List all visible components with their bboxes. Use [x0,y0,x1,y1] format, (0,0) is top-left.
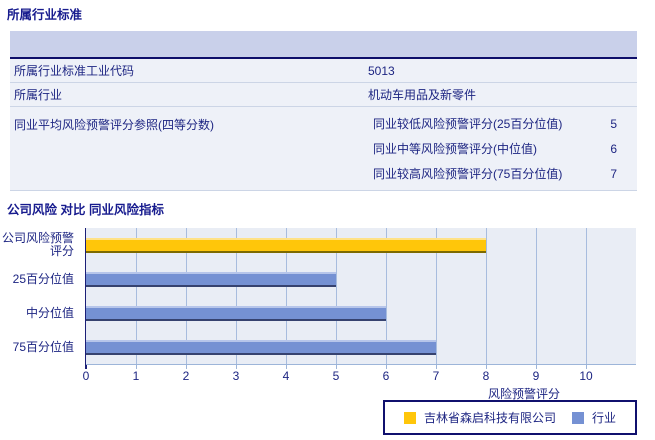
peer-item-label: 同业较低风险预警评分(25百分位值) [373,117,563,131]
peer-group-items: 同业较低风险预警评分(25百分位值) 5 同业中等风险预警评分(中位值) 6 同… [368,111,637,186]
peer-item-value: 5 [610,116,617,131]
x-tick-label: 10 [579,369,593,383]
x-tick-label: 1 [132,369,140,383]
table-header-band [10,31,637,59]
bar-75百分位值 [86,339,436,355]
bar-公司风险预警评分 [86,237,486,253]
bar-25百分位值 [86,271,336,287]
peer-item-value: 6 [610,141,617,156]
peer-group-label: 同业平均风险预警评分参照(四等分数) [14,118,214,132]
x-axis-line [86,364,636,365]
category-label: 中分位值 [25,305,74,320]
category-label: 75百分位值 [12,339,74,354]
legend-label: 吉林省森启科技有限公司 [423,411,556,425]
industry-swatch-icon [572,411,584,424]
legend-item-company: 吉林省森启科技有限公司 [403,409,556,426]
legend-item-industry: 行业 [572,409,616,426]
x-tick-label: 9 [532,369,540,383]
chart-section-title: 公司风险 对比 同业风险指标 [7,203,164,217]
x-tick-label: 2 [182,369,190,383]
plot-area [85,228,636,369]
gridline [536,228,537,364]
row-value: 5013 [368,63,395,78]
gridline [586,228,587,364]
company-swatch-icon [403,411,416,424]
x-tick-label: 7 [432,369,440,383]
peer-item-label: 同业中等风险预警评分(中位值) [373,142,537,156]
peer-item: 同业较高风险预警评分(75百分位值) 7 [368,161,637,186]
table-row: 所属行业 机动车用品及新零件 [10,83,637,107]
peer-score-group: 同业平均风险预警评分参照(四等分数) 同业较低风险预警评分(25百分位值) 5 … [10,107,637,191]
category-label: 25百分位值 [12,271,74,286]
row-value: 机动车用品及新零件 [368,88,477,102]
industry-standard-title: 所属行业标准 [7,8,83,22]
x-tick-label: 0 [82,369,90,383]
gridline [486,228,487,364]
peer-item-label: 同业较高风险预警评分(75百分位值) [373,167,563,181]
category-label: 公司风险预警评分 [1,231,74,258]
x-tick-label: 4 [282,369,290,383]
category-labels: 公司风险预警评分 25百分位值中分位值 75百分位值 [0,228,80,364]
row-label: 所属行业 [14,88,63,102]
industry-table: 所属行业标准工业代码 5013 所属行业 机动车用品及新零件 同业平均风险预警评… [10,31,637,191]
x-tick-label: 5 [332,369,340,383]
peer-item: 同业中等风险预警评分(中位值) 6 [368,136,637,161]
legend-label: 行业 [592,411,617,425]
peer-item: 同业较低风险预警评分(25百分位值) 5 [368,111,637,136]
x-tick-label: 6 [382,369,390,383]
table-row: 所属行业标准工业代码 5013 [10,59,637,83]
peer-item-value: 7 [610,166,617,181]
risk-comparison-chart: 公司风险预警评分 25百分位值 中分位值 75百分位值 0 1 2 3 4 5 6 7 8 9 10 风险… [0,228,655,440]
bar-中分位值 [86,305,386,321]
x-tick-label: 8 [482,369,490,383]
row-label: 所属行业标准工业代码 [14,64,135,78]
chart-legend: 吉林省森启科技有限公司 行业 [383,400,637,435]
x-tick-label: 3 [232,369,240,383]
